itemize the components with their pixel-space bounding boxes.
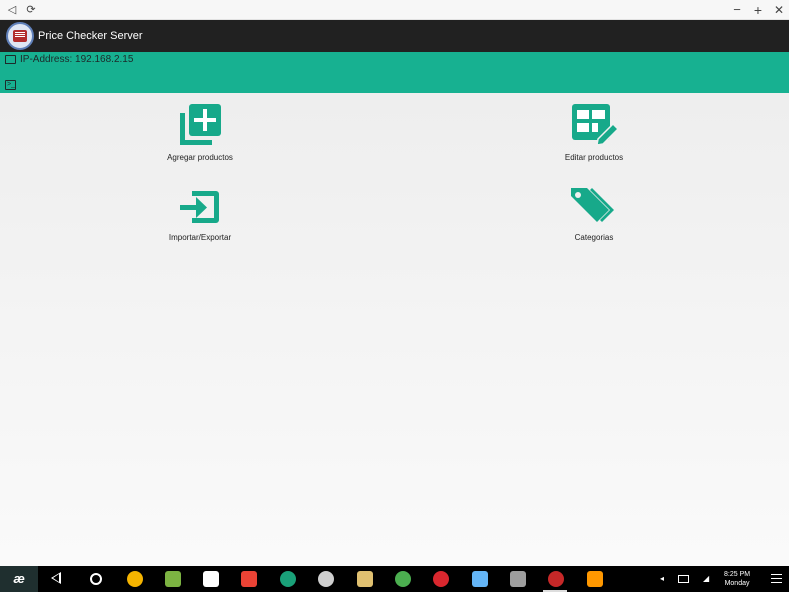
settings-icon[interactable] xyxy=(318,571,334,587)
tray-arrow-icon[interactable]: ◂ xyxy=(660,574,664,583)
gmail-icon[interactable] xyxy=(241,571,257,587)
tile-add-products[interactable]: Agregar productos xyxy=(140,101,260,162)
add-products-icon xyxy=(180,104,221,145)
keyboard-icon[interactable] xyxy=(678,575,689,583)
taskbar: æ ◂ ◢ 8:25 PM Monday xyxy=(0,566,789,592)
status-band: IP-Address: 192.168.2.15 >_ xyxy=(0,52,789,93)
android-icon[interactable] xyxy=(165,571,181,587)
app-orange-icon[interactable] xyxy=(587,571,603,587)
back-icon[interactable]: ◁ xyxy=(4,2,20,18)
tile-label: Importar/Exportar xyxy=(168,233,232,242)
maximize-button[interactable]: + xyxy=(750,2,766,18)
close-button[interactable]: ✕ xyxy=(771,2,787,18)
play-store-icon[interactable] xyxy=(203,571,219,587)
app-title: Price Checker Server xyxy=(38,30,143,42)
screen-icon[interactable] xyxy=(510,571,526,587)
start-button[interactable]: æ xyxy=(0,566,38,592)
mega-icon[interactable] xyxy=(433,571,449,587)
nav-back-icon[interactable] xyxy=(51,572,61,584)
rotate-icon[interactable]: ⟳ xyxy=(23,2,39,18)
tile-label: Agregar productos xyxy=(167,153,233,162)
app-logo xyxy=(6,22,34,50)
tile-categories[interactable]: Categorias xyxy=(534,185,654,242)
clock[interactable]: 8:25 PM Monday xyxy=(724,570,750,588)
nav-home-icon[interactable] xyxy=(90,573,102,585)
window-titlebar: ◁ ⟳ − + ✕ xyxy=(0,0,789,20)
app-green-icon[interactable] xyxy=(280,571,296,587)
minimize-button[interactable]: − xyxy=(729,2,745,18)
tile-label: Categorias xyxy=(574,233,614,242)
ip-address-label: IP-Address: 192.168.2.15 xyxy=(20,54,134,65)
terminal-icon[interactable]: >_ xyxy=(5,80,16,90)
import-export-icon xyxy=(180,191,219,223)
tile-import-export[interactable]: Importar/Exportar xyxy=(140,185,260,242)
cast-icon xyxy=(5,55,16,64)
edit-products-icon xyxy=(572,104,619,146)
main-content: Agregar productos Editar productos Impor… xyxy=(0,93,789,566)
chrome-icon[interactable] xyxy=(395,571,411,587)
app-bar: Price Checker Server xyxy=(0,20,789,52)
clock-time: 8:25 PM xyxy=(724,571,751,578)
clock-day: Monday xyxy=(724,580,750,587)
signal-icon: ◢ xyxy=(703,574,710,583)
files-icon[interactable] xyxy=(472,571,488,587)
tile-label: Editar productos xyxy=(564,153,624,162)
notes-icon[interactable] xyxy=(357,571,373,587)
notifications-menu-icon[interactable] xyxy=(771,574,782,583)
categories-icon xyxy=(571,188,614,222)
price-checker-icon[interactable] xyxy=(548,571,564,587)
tile-edit-products[interactable]: Editar productos xyxy=(534,101,654,162)
keep-icon[interactable] xyxy=(127,571,143,587)
